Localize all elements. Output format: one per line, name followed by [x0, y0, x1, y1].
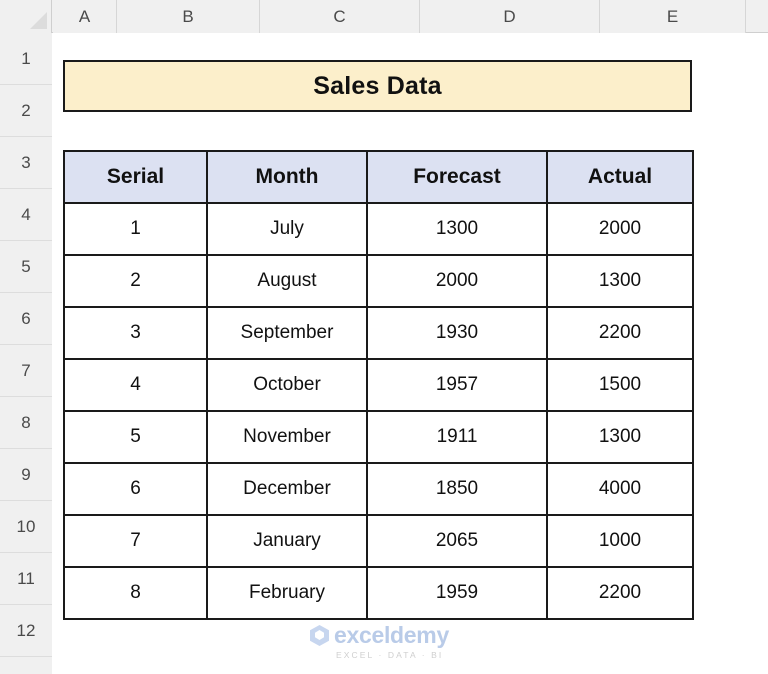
column-header-c[interactable]: C: [260, 0, 420, 33]
cell-forecast[interactable]: 2000: [366, 254, 548, 308]
column-header-a[interactable]: A: [53, 0, 117, 33]
row-header-5[interactable]: 5: [0, 241, 52, 293]
row-header-2[interactable]: 2: [0, 85, 52, 137]
row-header-10[interactable]: 10: [0, 501, 52, 553]
select-all-triangle-icon: [30, 12, 47, 29]
column-header-serial[interactable]: Serial: [63, 150, 208, 204]
cell-serial[interactable]: 4: [63, 358, 208, 412]
row-header-1[interactable]: 1: [0, 33, 52, 85]
table-row: 4 October 1957 1500: [63, 358, 694, 412]
cell-month[interactable]: September: [206, 306, 368, 360]
cell-month[interactable]: December: [206, 462, 368, 516]
cell-actual[interactable]: 4000: [546, 462, 694, 516]
column-header-month[interactable]: Month: [206, 150, 368, 204]
row-header-13[interactable]: 13: [0, 657, 52, 674]
cell-actual[interactable]: 1300: [546, 254, 694, 308]
cell-actual[interactable]: 2200: [546, 566, 694, 620]
cell-actual[interactable]: 2200: [546, 306, 694, 360]
page-title: Sales Data: [313, 71, 442, 100]
cell-serial[interactable]: 2: [63, 254, 208, 308]
cell-serial[interactable]: 7: [63, 514, 208, 568]
cell-actual[interactable]: 1000: [546, 514, 694, 568]
column-header-e[interactable]: E: [600, 0, 746, 33]
cell-forecast[interactable]: 1959: [366, 566, 548, 620]
table-row: 6 December 1850 4000: [63, 462, 694, 516]
row-header-8[interactable]: 8: [0, 397, 52, 449]
column-header-b[interactable]: B: [117, 0, 260, 33]
cell-forecast[interactable]: 2065: [366, 514, 548, 568]
row-header-11[interactable]: 11: [0, 553, 52, 605]
row-header-6[interactable]: 6: [0, 293, 52, 345]
cell-serial[interactable]: 8: [63, 566, 208, 620]
table-row: 5 November 1911 1300: [63, 410, 694, 464]
cell-month[interactable]: November: [206, 410, 368, 464]
cell-serial[interactable]: 6: [63, 462, 208, 516]
column-header-actual[interactable]: Actual: [546, 150, 694, 204]
cell-month[interactable]: October: [206, 358, 368, 412]
row-header-strip: 1 2 3 4 5 6 7 8 9 10 11 12 13: [0, 33, 52, 674]
cell-serial[interactable]: 3: [63, 306, 208, 360]
table-row: 8 February 1959 2200: [63, 566, 694, 620]
cell-forecast[interactable]: 1957: [366, 358, 548, 412]
column-header-strip: A B C D E: [0, 0, 768, 33]
spreadsheet-canvas: A B C D E 1 2 3 4 5 6 7 8 9 10 11 12 13 …: [0, 0, 768, 674]
cell-forecast[interactable]: 1911: [366, 410, 548, 464]
cell-month[interactable]: August: [206, 254, 368, 308]
cell-month[interactable]: July: [206, 202, 368, 256]
cell-forecast[interactable]: 1300: [366, 202, 548, 256]
cell-actual[interactable]: 2000: [546, 202, 694, 256]
table-row: 1 July 1300 2000: [63, 202, 694, 256]
cell-forecast[interactable]: 1930: [366, 306, 548, 360]
cell-forecast[interactable]: 1850: [366, 462, 548, 516]
cell-serial[interactable]: 1: [63, 202, 208, 256]
table-header-row: Serial Month Forecast Actual: [63, 150, 694, 204]
row-header-3[interactable]: 3: [0, 137, 52, 189]
column-header-forecast[interactable]: Forecast: [366, 150, 548, 204]
row-header-12[interactable]: 12: [0, 605, 52, 657]
cell-actual[interactable]: 1300: [546, 410, 694, 464]
select-all-corner[interactable]: [0, 0, 52, 33]
column-header-d[interactable]: D: [420, 0, 600, 33]
cell-serial[interactable]: 5: [63, 410, 208, 464]
row-header-4[interactable]: 4: [0, 189, 52, 241]
row-header-7[interactable]: 7: [0, 345, 52, 397]
sales-data-table: Serial Month Forecast Actual 1 July 1300…: [63, 150, 694, 620]
cell-month[interactable]: February: [206, 566, 368, 620]
table-row: 3 September 1930 2200: [63, 306, 694, 360]
row-header-9[interactable]: 9: [0, 449, 52, 501]
sales-data-title-cell[interactable]: Sales Data: [63, 60, 692, 112]
table-row: 2 August 2000 1300: [63, 254, 694, 308]
cell-actual[interactable]: 1500: [546, 358, 694, 412]
cell-month[interactable]: January: [206, 514, 368, 568]
table-row: 7 January 2065 1000: [63, 514, 694, 568]
